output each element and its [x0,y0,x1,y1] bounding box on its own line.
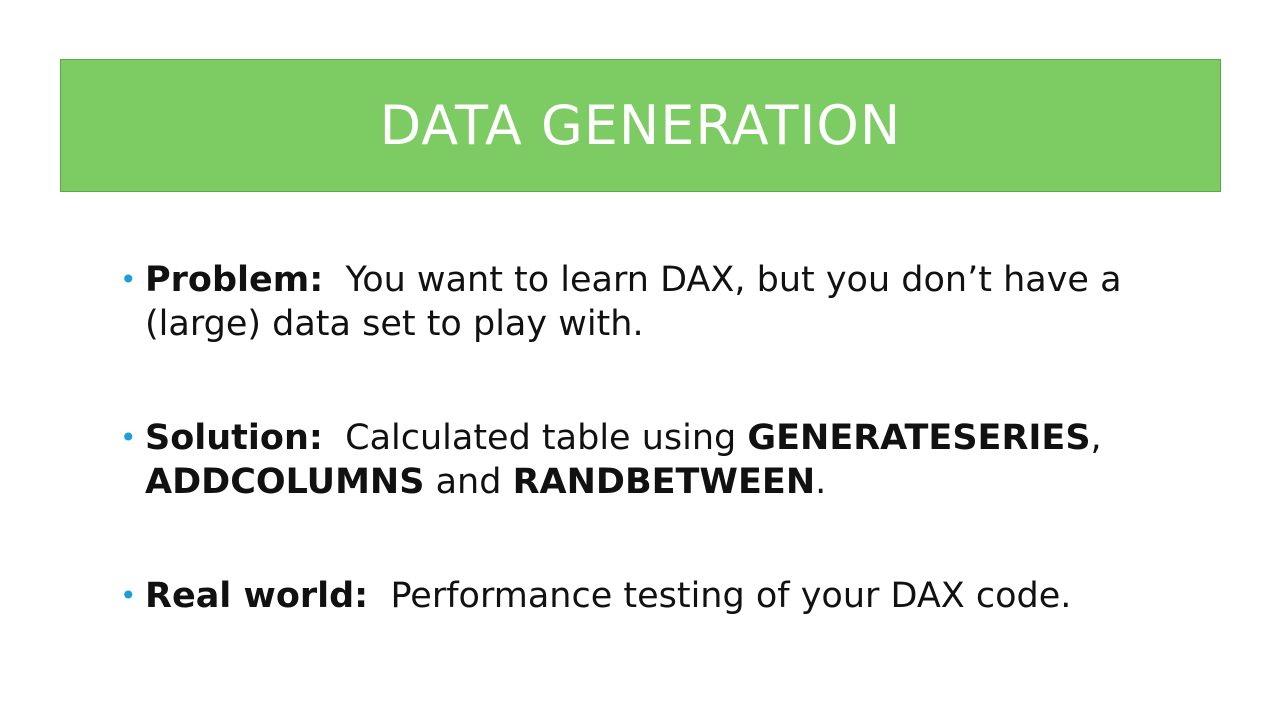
bullet-real-world-text: Performance testing of your DAX code. [390,576,1072,616]
bullet-solution-and: and [435,462,502,502]
bullet-solution-line-1: Solution: Calculated table using GENERAT… [145,416,1200,460]
bullet-problem: • Problem: You want to learn DAX, but yo… [120,258,1200,346]
bullet-solution-label: Solution: [145,418,323,458]
bullet-dot-icon: • [120,263,137,296]
bullet-solution-line-2: ADDCOLUMNS and RANDBETWEEN. [145,460,1200,504]
slide: DATA GENERATION • Problem: You want to l… [0,0,1280,720]
bullet-problem-line-2: (large) data set to play with. [145,302,1200,346]
title-banner: DATA GENERATION [60,59,1221,192]
bullet-problem-text-2: (large) data set to play with. [145,304,644,344]
function-addcolumns: ADDCOLUMNS [145,462,425,502]
bullet-problem-line-1: Problem: You want to learn DAX, but you … [145,258,1200,302]
bullet-real-world-line: Real world: Performance testing of your … [145,574,1200,618]
bullet-solution-text: Calculated table using [345,418,737,458]
bullet-list: • Problem: You want to learn DAX, but yo… [120,258,1200,618]
bullet-solution-period: . [815,462,827,502]
bullet-real-world-label: Real world: [145,576,369,616]
bullet-problem-text-1: You want to learn DAX, but you don’t hav… [345,260,1122,300]
bullet-dot-icon: • [120,579,137,612]
slide-title: DATA GENERATION [379,93,902,157]
bullet-dot-icon: • [120,421,137,454]
function-randbetween: RANDBETWEEN [512,462,816,502]
bullet-real-world: • Real world: Performance testing of you… [120,574,1200,618]
function-generateseries: GENERATESERIES [747,418,1091,458]
bullet-problem-label: Problem: [145,260,324,300]
bullet-solution-comma: , [1090,418,1102,458]
bullet-solution: • Solution: Calculated table using GENER… [120,416,1200,504]
